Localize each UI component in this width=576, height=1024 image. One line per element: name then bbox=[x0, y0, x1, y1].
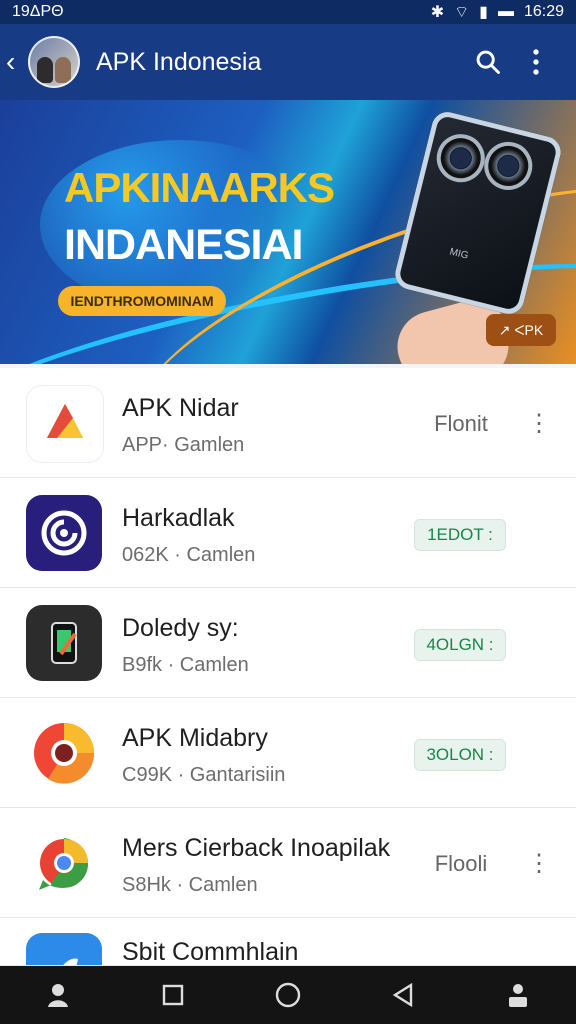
spiral-logo-icon bbox=[41, 510, 87, 556]
wifi-icon: ⌔ bbox=[454, 4, 470, 21]
list-item[interactable]: APK Midabry C99K · Gantarisiin 3OLON : bbox=[0, 698, 576, 808]
app-action[interactable]: 3OLON : bbox=[414, 739, 506, 771]
app-name: Doledy sy: bbox=[122, 614, 239, 642]
profile-icon[interactable] bbox=[34, 971, 82, 1019]
more-options-icon[interactable]: ⋮ bbox=[526, 849, 552, 877]
app-icon bbox=[26, 605, 102, 681]
app-action[interactable]: 4OLGN : bbox=[414, 629, 506, 661]
app-name: Harkadlak bbox=[122, 504, 235, 532]
status-left-text: 19ΔPΘ bbox=[12, 3, 64, 20]
app-action[interactable]: Flooli bbox=[416, 849, 506, 879]
banner-title-2: INDANESIAI bbox=[64, 221, 303, 269]
app-bar: ‹ APK Indonesia bbox=[0, 24, 576, 100]
more-button[interactable] bbox=[512, 38, 560, 86]
triangle-logo-icon bbox=[47, 404, 83, 438]
app-icon bbox=[26, 385, 104, 463]
app-subtitle: C99K · Gantarisiin bbox=[122, 764, 286, 786]
camera-lens-icon bbox=[479, 136, 538, 196]
app-subtitle: B9fk · Camlen bbox=[122, 654, 249, 676]
app-icon bbox=[26, 825, 102, 901]
chrome-style-icon bbox=[34, 723, 95, 784]
back-arrow-icon[interactable]: ‹ bbox=[6, 46, 26, 78]
search-button[interactable] bbox=[464, 38, 512, 86]
app-icon bbox=[26, 933, 102, 965]
status-bar: 19ΔPΘ ✱ ⌔ ▮ ▬ 16:29 bbox=[0, 0, 576, 24]
list-item[interactable]: Doledy sy: B9fk · Camlen 4OLGN : bbox=[0, 588, 576, 698]
status-right-group: ✱ ⌔ ▮ ▬ 16:29 bbox=[431, 2, 564, 22]
circle-icon[interactable] bbox=[264, 971, 312, 1019]
banner-badge[interactable]: ↗ ᐸPK bbox=[486, 314, 556, 346]
list-item[interactable]: APK Nidar APP· Gamlen Flonit ⋮ bbox=[0, 368, 576, 478]
more-options-icon[interactable]: ⋮ bbox=[526, 409, 552, 437]
signal-icon: ▮ bbox=[479, 4, 488, 21]
app-name: Mers Cierback Inoapilak bbox=[122, 834, 391, 862]
avatar[interactable] bbox=[28, 36, 80, 88]
square-icon[interactable] bbox=[149, 971, 197, 1019]
list-item[interactable]: Harkadlak 062K · Camlen 1EDOT : bbox=[0, 478, 576, 588]
app-action[interactable]: 1EDOT : bbox=[414, 519, 506, 551]
promo-banner[interactable]: APKINAARKS INDANESIAI IENDTHROMOMINAM MI… bbox=[0, 100, 576, 364]
bluetooth-icon: ✱ bbox=[430, 4, 445, 21]
app-subtitle: 062K · Camlen bbox=[122, 544, 256, 566]
system-nav-bar bbox=[0, 966, 576, 1024]
person-badge-icon[interactable] bbox=[494, 971, 542, 1019]
app-subtitle: APP· Gamlen bbox=[122, 434, 245, 456]
banner-pill[interactable]: IENDTHROMOMINAM bbox=[58, 286, 226, 316]
app-action[interactable]: Flonit bbox=[416, 409, 506, 439]
more-vertical-icon bbox=[533, 49, 539, 75]
page-title: APK Indonesia bbox=[96, 47, 262, 76]
banner-title-1: APKINAARKS bbox=[64, 164, 335, 211]
app-subtitle: S8Hk · Camlen bbox=[122, 874, 258, 896]
app-name: Sbit Commhlain bbox=[122, 938, 299, 966]
app-name: APK Nidar bbox=[122, 394, 239, 422]
app-name: APK Midabry bbox=[122, 724, 268, 752]
list-item[interactable]: Mers Cierback Inoapilak S8Hk · Camlen Fl… bbox=[0, 808, 576, 918]
phone-label: MIG bbox=[448, 246, 470, 262]
back-triangle-icon[interactable] bbox=[379, 971, 427, 1019]
camera-lens-icon bbox=[431, 129, 490, 188]
phone-edit-icon bbox=[51, 622, 77, 664]
list-item[interactable]: Sbit Commhlain bbox=[0, 918, 576, 966]
chrome-chat-icon bbox=[39, 838, 89, 890]
app-icon bbox=[26, 715, 102, 791]
app-icon bbox=[26, 495, 102, 571]
search-icon bbox=[476, 50, 500, 74]
leaf-icon bbox=[63, 958, 78, 965]
battery-icon: ▬ bbox=[497, 3, 514, 20]
clock: 16:29 bbox=[523, 3, 564, 20]
